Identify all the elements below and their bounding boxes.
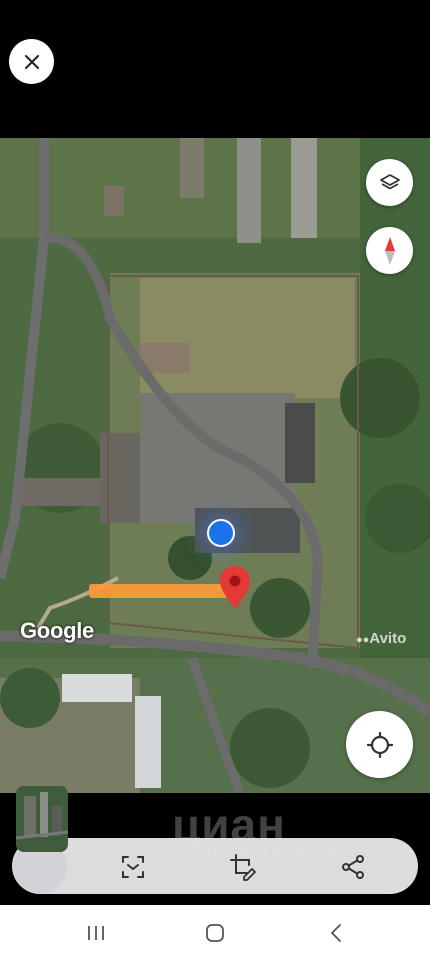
close-icon <box>24 54 39 69</box>
share-button[interactable] <box>338 852 368 882</box>
compass-button[interactable] <box>366 227 413 274</box>
home-button[interactable] <box>195 914 235 952</box>
google-attribution: Google <box>20 618 94 643</box>
satellite-imagery <box>0 138 430 793</box>
back-icon <box>331 924 341 942</box>
scan-icon <box>122 856 144 878</box>
current-location-dot <box>207 519 235 547</box>
close-button[interactable] <box>9 39 54 84</box>
recents-button[interactable] <box>76 914 116 952</box>
my-location-button[interactable] <box>346 711 413 778</box>
avito-dots: ●● <box>356 634 370 646</box>
share-icon <box>342 855 364 879</box>
edit-button[interactable] <box>228 852 258 882</box>
scan-button[interactable] <box>118 852 148 882</box>
home-icon <box>206 924 224 942</box>
compass-icon <box>384 236 395 265</box>
highlight-bar <box>89 584 234 598</box>
avito-watermark: ●●Avito <box>356 630 407 647</box>
layers-icon <box>379 173 400 189</box>
image-thumbnail[interactable] <box>16 786 68 852</box>
back-button[interactable] <box>316 914 356 952</box>
thumbnail-image <box>16 786 68 852</box>
crop-edit-icon <box>230 854 256 881</box>
satellite-map[interactable] <box>0 138 430 793</box>
layers-button[interactable] <box>366 159 413 206</box>
map-pin-icon[interactable] <box>219 565 251 609</box>
crosshair-icon <box>366 731 393 758</box>
top-bar <box>0 0 430 138</box>
recents-icon <box>88 926 104 940</box>
